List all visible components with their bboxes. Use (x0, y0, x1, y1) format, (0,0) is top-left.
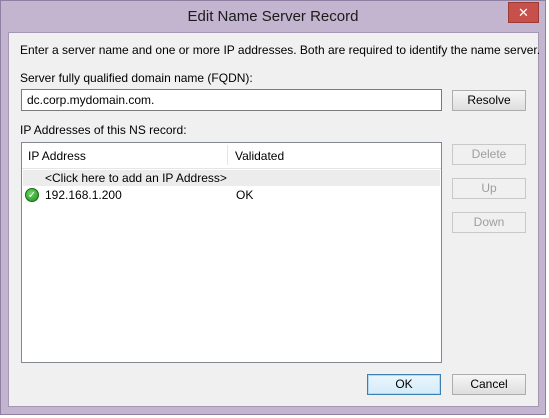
ok-button[interactable]: OK (367, 374, 441, 395)
dialog-window: Edit Name Server Record ✕ Enter a server… (0, 0, 546, 415)
dialog-client-area: Enter a server name and one or more IP a… (8, 32, 541, 407)
add-ip-address-row[interactable]: <Click here to add an IP Address> (23, 170, 440, 186)
up-button[interactable]: Up (452, 178, 526, 199)
column-header-validated[interactable]: Validated (235, 149, 284, 163)
delete-button[interactable]: Delete (452, 144, 526, 165)
down-button[interactable]: Down (452, 212, 526, 233)
column-header-ip[interactable]: IP Address (28, 149, 86, 163)
list-header: IP Address Validated (22, 143, 441, 169)
instruction-text: Enter a server name and one or more IP a… (20, 43, 541, 57)
validated-cell: OK (236, 188, 254, 202)
fqdn-label: Server fully qualified domain name (FQDN… (20, 71, 253, 85)
column-divider[interactable] (227, 145, 228, 165)
ip-address-list[interactable]: IP Address Validated <Click here to add … (21, 142, 442, 363)
ip-address-cell: 192.168.1.200 (45, 188, 122, 202)
cancel-button[interactable]: Cancel (452, 374, 526, 395)
close-button[interactable]: ✕ (508, 2, 539, 23)
title-bar[interactable]: Edit Name Server Record ✕ (1, 1, 545, 32)
resolve-button[interactable]: Resolve (452, 90, 526, 111)
fqdn-input[interactable]: dc.corp.mydomain.com. (21, 89, 442, 111)
check-icon: ✓ (25, 188, 39, 202)
window-title: Edit Name Server Record (187, 8, 359, 25)
ip-section-label: IP Addresses of this NS record: (20, 123, 187, 137)
table-row[interactable]: ✓ 192.168.1.200 OK (23, 187, 440, 204)
